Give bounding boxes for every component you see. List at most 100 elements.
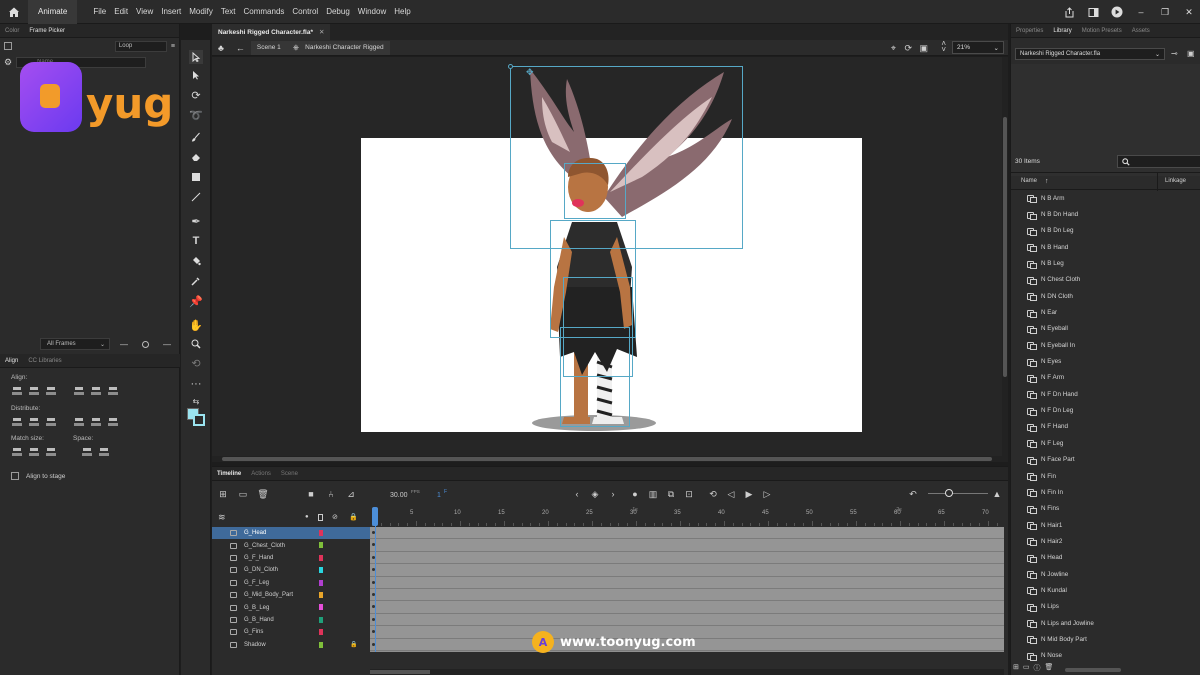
layer-row[interactable]: Shadow 🔒 (212, 639, 370, 651)
lasso-tool-icon[interactable]: ➰ (189, 108, 203, 122)
transform-point-icon[interactable]: ✥ (526, 67, 534, 78)
lock-icon[interactable]: 🔒 (350, 641, 357, 648)
layer-row[interactable]: G_B_Hand (212, 614, 370, 626)
subselection-tool-icon[interactable] (189, 68, 203, 82)
zoom-select[interactable]: 21% ⌄ (952, 41, 1004, 54)
layer-color-swatch[interactable] (319, 629, 323, 636)
previous-keyframe-icon[interactable]: ‹ (572, 489, 582, 499)
library-item[interactable]: N F Arm (1011, 370, 1200, 386)
library-item[interactable]: N Nose (1011, 648, 1200, 664)
library-search-input[interactable] (1117, 155, 1200, 168)
menu-insert[interactable]: Insert (157, 7, 185, 16)
layer-color-swatch[interactable] (319, 591, 323, 598)
share-icon[interactable] (1062, 5, 1076, 19)
stage-horizontal-scrollbar[interactable] (212, 456, 1008, 462)
layer-row[interactable]: G_F_Leg (212, 577, 370, 589)
frame-row[interactable] (370, 539, 1004, 552)
selection-tool-icon[interactable] (189, 50, 203, 64)
fps-value[interactable]: 30.00 (390, 492, 408, 499)
align-to-stage-checkbox[interactable] (11, 472, 19, 480)
layer-row[interactable]: G_Mid_Body_Part (212, 589, 370, 601)
frame-row[interactable] (370, 564, 1004, 577)
legs-bounding-box[interactable] (560, 327, 630, 427)
tab-timeline[interactable]: Timeline (212, 471, 246, 477)
menu-window[interactable]: Window (354, 7, 390, 16)
properties-icon[interactable]: ⓘ (1034, 663, 1041, 673)
hand-tool-icon[interactable]: ✋ (189, 318, 203, 332)
library-item[interactable]: N Chest Cloth (1011, 272, 1200, 288)
frame-row[interactable] (370, 588, 1004, 602)
playhead[interactable] (372, 507, 378, 653)
library-item[interactable]: N Mid Body Part (1011, 631, 1200, 647)
menu-debug[interactable]: Debug (322, 7, 354, 16)
layer-color-swatch[interactable] (319, 616, 323, 623)
menu-commands[interactable]: Commands (240, 7, 289, 16)
brush-tool-icon[interactable] (189, 130, 203, 144)
current-frame-value[interactable]: 1 (437, 492, 441, 499)
clip-content-icon[interactable]: ▣ (919, 43, 928, 54)
tab-cc-libraries[interactable]: CC Libraries (23, 358, 66, 364)
library-item[interactable]: N B Arm (1011, 190, 1200, 206)
tab-motion-presets[interactable]: Motion Presets (1077, 28, 1127, 34)
camera-icon[interactable]: ■ (306, 489, 316, 499)
menu-text[interactable]: Text (217, 7, 240, 16)
match-width-icon[interactable] (11, 447, 23, 457)
swap-colors-icon[interactable]: ⇆ (189, 394, 203, 408)
distribute-left-icon[interactable] (73, 417, 85, 427)
layer-color-swatch[interactable] (319, 554, 323, 561)
loop-select[interactable]: Loop (114, 40, 167, 52)
tab-frame-picker[interactable]: Frame Picker (24, 28, 70, 34)
loop-icon[interactable]: ⟲ (708, 489, 718, 499)
menu-file[interactable]: File (89, 7, 110, 16)
next-keyframe-icon[interactable]: › (608, 489, 618, 499)
column-linkage[interactable]: Linkage (1165, 178, 1186, 184)
align-right-icon[interactable] (45, 386, 57, 396)
menu-control[interactable]: Control (288, 7, 322, 16)
tab-assets[interactable]: Assets (1127, 28, 1155, 34)
scene-clubs-icon[interactable]: ♣ (212, 41, 230, 55)
onion-outline-icon[interactable]: ▥ (648, 489, 658, 499)
lock-all-icon[interactable]: 🔒 (349, 513, 358, 521)
library-item[interactable]: N Ear (1011, 304, 1200, 320)
pen-tool-icon[interactable]: ✒ (189, 214, 203, 228)
tab-scene[interactable]: Scene (276, 471, 303, 477)
play-icon[interactable]: ▶ (744, 489, 754, 499)
frame-scale-slider-track[interactable] (928, 493, 988, 494)
frame-ruler[interactable]: 5 10 15 20 25 30 35 40 45 50 55 60 65 70 1s 2s (370, 507, 1004, 526)
align-vcenter-icon[interactable] (90, 386, 102, 396)
tab-library[interactable]: Library (1048, 28, 1076, 34)
match-height-icon[interactable] (28, 447, 40, 457)
pin-tool-icon[interactable]: 📌 (189, 294, 203, 308)
tab-align[interactable]: Align (0, 358, 23, 364)
rotate-stage-icon[interactable]: ⟳ (904, 43, 912, 54)
workspace-icon[interactable] (1086, 5, 1100, 19)
line-tool-icon[interactable] (189, 190, 203, 204)
align-top-icon[interactable] (73, 386, 85, 396)
zoom-frames-icon[interactable]: ▲ (992, 489, 1002, 499)
layer-parenting-icon[interactable]: ⑃ (326, 489, 336, 499)
layer-row[interactable]: G_F_Hand (212, 552, 370, 564)
onion-skin-icon[interactable]: ● (630, 489, 640, 499)
restore-icon[interactable]: ❐ (1158, 5, 1172, 19)
gear-icon[interactable]: ⚙ (4, 57, 12, 68)
new-library-panel-icon[interactable]: ▣ (1187, 49, 1195, 58)
library-item[interactable]: N Fin (1011, 468, 1200, 484)
distribute-hcenter-icon[interactable] (90, 417, 102, 427)
distribute-vcenter-icon[interactable] (28, 417, 40, 427)
tab-color[interactable]: Color (0, 28, 24, 34)
frame-row[interactable] (370, 601, 1004, 614)
distribute-right-icon[interactable] (107, 417, 119, 427)
frame-row[interactable] (370, 576, 1004, 589)
align-bottom-icon[interactable] (107, 386, 119, 396)
layer-row[interactable]: G_B_Leg (212, 601, 370, 613)
edit-multiple-frames-icon[interactable]: ⧉ (666, 489, 676, 499)
minimize-icon[interactable]: – (1134, 5, 1148, 19)
layer-color-swatch[interactable] (319, 604, 323, 611)
new-folder-icon[interactable]: ▭ (1023, 663, 1030, 673)
library-item[interactable]: N DN Cloth (1011, 288, 1200, 304)
new-layer-icon[interactable]: ⊞ (218, 489, 228, 499)
frame-row[interactable] (370, 551, 1004, 565)
library-item[interactable]: N Eyes (1011, 353, 1200, 369)
layer-color-swatch[interactable] (319, 530, 323, 536)
close-icon[interactable]: ✕ (1182, 5, 1196, 19)
